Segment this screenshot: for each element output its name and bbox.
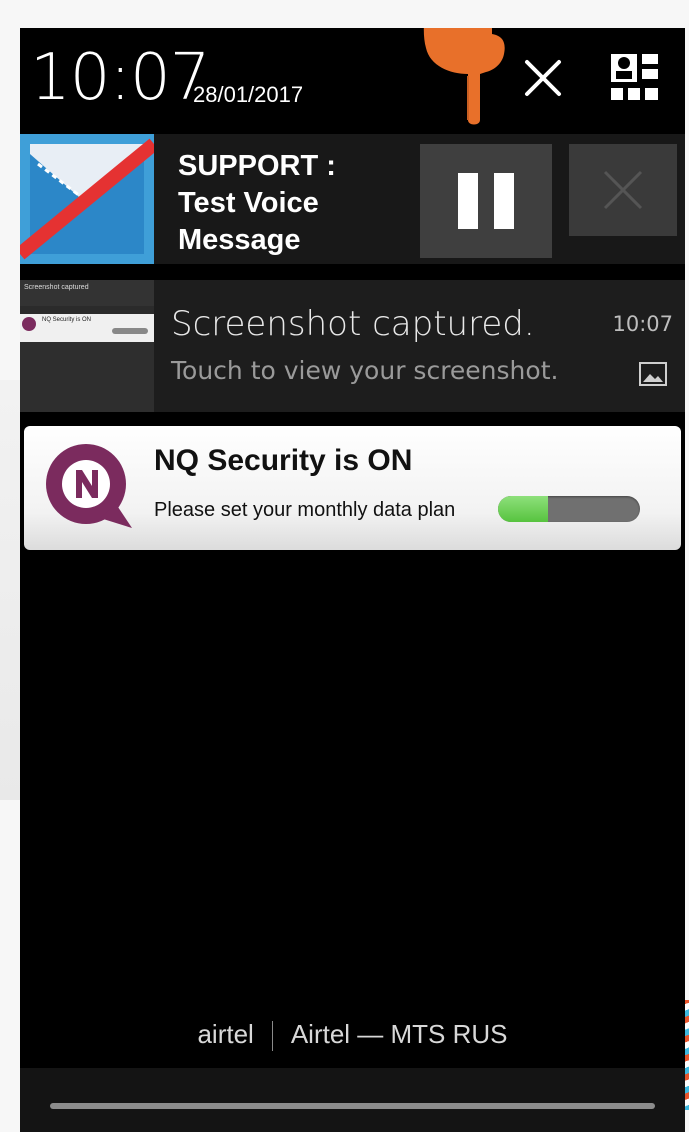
notification-title: SUPPORT : Test Voice Message	[178, 150, 336, 256]
notification-screenshot[interactable]: Screenshot captured NQ Security is ON Sc…	[20, 280, 685, 412]
date-label: 28/01/2017	[193, 82, 304, 107]
clock-time: 10:07	[30, 41, 210, 115]
thumb-line: Screenshot captured	[24, 284, 89, 291]
quick-settings-icon	[611, 54, 658, 100]
pause-icon	[458, 173, 514, 229]
clear-notifications-button[interactable]	[515, 50, 571, 106]
carrier-primary: airtel	[197, 1019, 254, 1049]
notification-nq-security[interactable]: NQ Security is ON Please set your monthl…	[24, 426, 681, 550]
notification-title: Screenshot captured.	[171, 304, 535, 344]
pause-button[interactable]	[420, 144, 552, 258]
progress-fill	[498, 496, 548, 522]
thumb-line: NQ Security is ON	[42, 317, 92, 323]
notification-time: 10:07	[612, 312, 673, 336]
screenshot-thumbnail: Screenshot captured NQ Security is ON	[20, 280, 154, 412]
carrier-secondary: Airtel — MTS RUS	[290, 1019, 508, 1049]
drag-handle[interactable]	[50, 1103, 655, 1109]
quick-settings-button[interactable]	[605, 46, 665, 110]
close-icon	[525, 60, 561, 96]
notification-voice-message[interactable]: SUPPORT : Test Voice Message	[20, 134, 685, 264]
carrier-separator	[271, 1021, 273, 1052]
image-icon	[639, 362, 667, 386]
pointing-hand-icon	[423, 28, 505, 125]
notification-shade: 10:07 28/01/2017 SUPPORT: Test Voice Me…	[20, 28, 685, 1132]
data-plan-progress-bar	[498, 496, 640, 522]
notification-subtitle: Touch to view your screenshot.	[171, 356, 559, 385]
shade-drag-area[interactable]	[20, 1068, 685, 1132]
nq-logo-icon	[46, 444, 132, 528]
stop-close-icon	[603, 170, 643, 210]
notification-text: Please set your monthly data plan	[154, 499, 456, 521]
carrier-info: airtel Airtel — MTS RUS	[20, 1018, 685, 1052]
voice-message-icon	[20, 134, 159, 264]
dismiss-button[interactable]	[569, 144, 677, 236]
notification-title: NQ Security is ON	[154, 444, 413, 477]
shade-header: 10:07 28/01/2017	[20, 28, 685, 133]
